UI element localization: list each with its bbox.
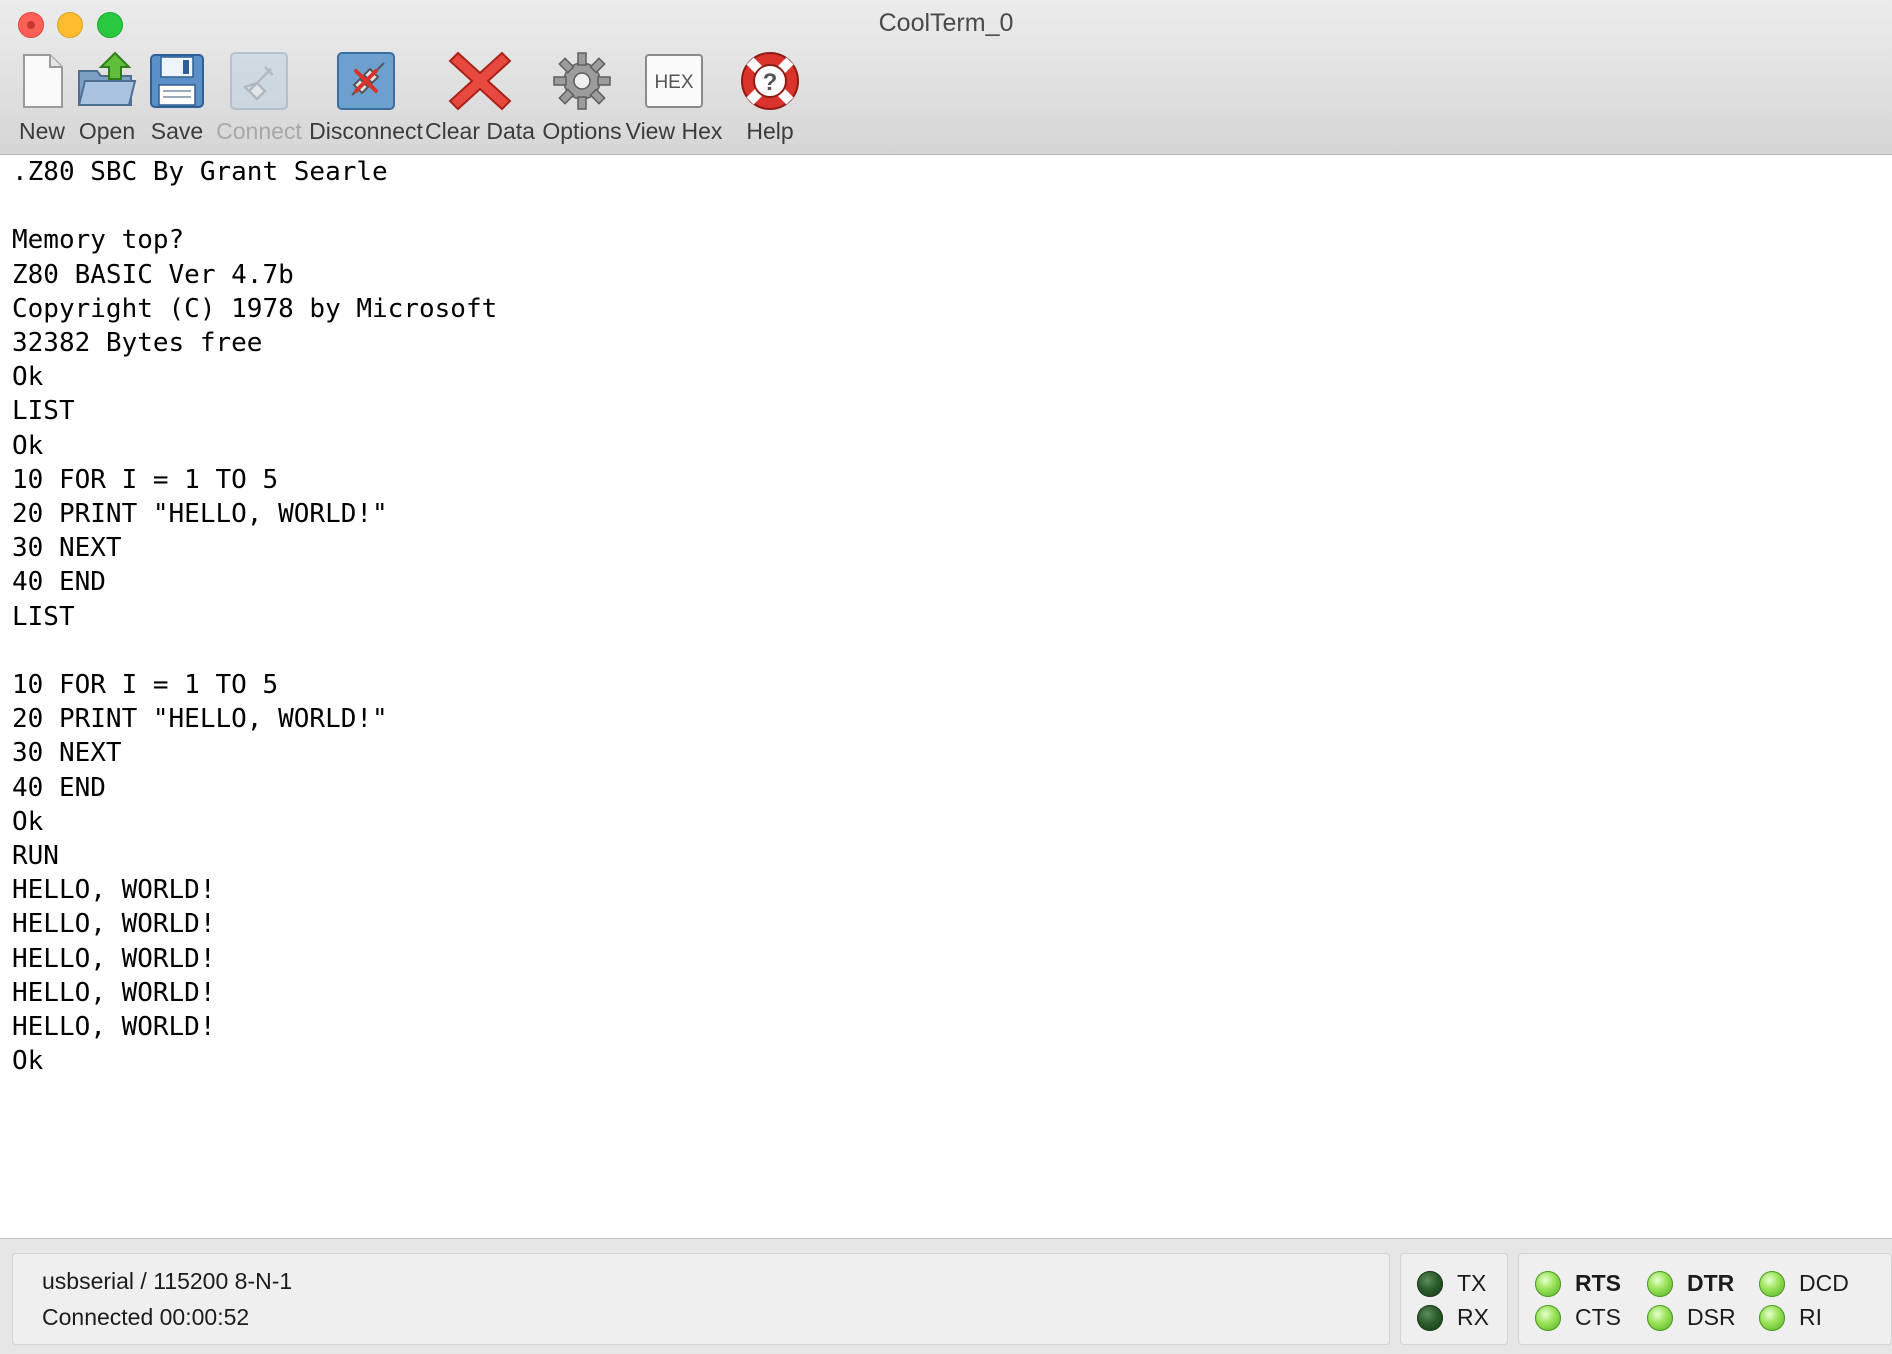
- terminal-line: Ok: [12, 362, 44, 393]
- terminal-line: Z80 BASIC Ver 4.7b: [12, 259, 294, 290]
- options-label: Options: [542, 118, 622, 144]
- clear-data-label: Clear Data: [425, 118, 535, 144]
- coolterm-window: CoolTerm_0 New Open Save Connect Disconn…: [0, 0, 1892, 1354]
- terminal-line: HELLO, WORLD!: [12, 977, 216, 1008]
- open-button[interactable]: Open: [72, 46, 142, 150]
- tx-label: TX: [1457, 1270, 1487, 1296]
- rts-indicator[interactable]: RTS: [1535, 1270, 1621, 1297]
- toolbar: New Open Save Connect Disconnect Clear D…: [14, 46, 818, 150]
- status-bar: usbserial / 115200 8-N-1 Connected 00:00…: [0, 1238, 1892, 1354]
- clear-data-button[interactable]: Clear Data: [425, 46, 535, 150]
- dsr-led-icon: [1647, 1304, 1673, 1331]
- new-label: New: [18, 118, 65, 144]
- connect-label: Connect: [216, 118, 302, 144]
- dtr-label: DTR: [1687, 1270, 1735, 1296]
- ri-label: RI: [1799, 1304, 1822, 1330]
- terminal-line: .Z80 SBC By Grant Searle: [12, 157, 388, 187]
- rts-label: RTS: [1575, 1270, 1621, 1296]
- terminal-line: Copyright (C) 1978 by Microsoft: [12, 293, 498, 324]
- view-hex-label: View Hex: [625, 118, 723, 144]
- terminal-line: RUN: [12, 841, 59, 872]
- dtr-led-icon: [1647, 1270, 1673, 1297]
- options-button[interactable]: Options: [540, 46, 624, 150]
- rx-indicator: RX: [1417, 1304, 1489, 1331]
- ri-led-icon: [1759, 1304, 1785, 1331]
- rx-label: RX: [1457, 1304, 1489, 1330]
- terminal-line: 30 NEXT: [12, 533, 122, 564]
- save-button[interactable]: Save: [144, 46, 210, 150]
- dsr-indicator: DSR: [1647, 1304, 1736, 1331]
- terminal-line: Memory top?: [12, 225, 185, 256]
- connect-button[interactable]: Connect: [216, 46, 302, 150]
- ri-indicator: RI: [1759, 1304, 1822, 1331]
- dcd-indicator: DCD: [1759, 1270, 1849, 1297]
- svg-text:?: ?: [763, 69, 778, 96]
- connection-info-panel: usbserial / 115200 8-N-1 Connected 00:00…: [12, 1253, 1390, 1345]
- dsr-label: DSR: [1687, 1304, 1736, 1330]
- new-button[interactable]: New: [14, 46, 70, 150]
- lifebuoy-help-icon: ?: [737, 46, 803, 116]
- terminal-line: Ok: [12, 430, 44, 461]
- terminal-line: 10 FOR I = 1 TO 5: [12, 464, 279, 495]
- hex-icon: HEX: [641, 46, 707, 116]
- view-hex-button[interactable]: HEX View Hex: [626, 46, 722, 150]
- terminal-line: HELLO, WORLD!: [12, 943, 216, 974]
- terminal-line: HELLO, WORLD!: [12, 875, 216, 906]
- tx-rx-panel: TX RX: [1400, 1253, 1508, 1345]
- disconnect-plug-icon: [333, 46, 399, 116]
- terminal-line: Ok: [12, 1046, 44, 1077]
- dtr-indicator[interactable]: DTR: [1647, 1270, 1734, 1297]
- clear-x-icon: [447, 46, 513, 116]
- open-folder-icon: [74, 46, 140, 116]
- open-label: Open: [78, 118, 136, 144]
- terminal-line: LIST: [12, 396, 75, 427]
- cts-label: CTS: [1575, 1304, 1621, 1330]
- connect-plug-icon: [226, 46, 292, 116]
- gear-icon: [549, 46, 615, 116]
- cts-indicator: CTS: [1535, 1304, 1621, 1331]
- dcd-label: DCD: [1799, 1270, 1849, 1296]
- cts-led-icon: [1535, 1304, 1561, 1331]
- rts-led-icon: [1535, 1270, 1561, 1297]
- terminal-line: 40 END: [12, 567, 106, 598]
- terminal-line: LIST: [12, 601, 75, 632]
- terminal-line: HELLO, WORLD!: [12, 1012, 216, 1043]
- terminal-line: HELLO, WORLD!: [12, 909, 216, 940]
- save-label: Save: [150, 118, 204, 144]
- new-file-icon: [9, 46, 75, 116]
- terminal-line: 40 END: [12, 772, 106, 803]
- terminal-text: .Z80 SBC By Grant Searle Memory top? Z80…: [2, 155, 1890, 1078]
- rx-led-icon: [1417, 1304, 1443, 1331]
- tx-indicator: TX: [1417, 1270, 1486, 1297]
- hex-icon-text: HEX: [654, 72, 693, 93]
- disconnect-label: Disconnect: [309, 118, 423, 144]
- window-title: CoolTerm_0: [878, 9, 1014, 37]
- terminal-line: Ok: [12, 806, 44, 837]
- dcd-led-icon: [1759, 1270, 1785, 1297]
- save-disk-icon: [144, 46, 210, 116]
- terminal-line: 20 PRINT "HELLO, WORLD!": [12, 704, 388, 735]
- tx-led-icon: [1417, 1270, 1443, 1297]
- terminal-line: 30 NEXT: [12, 738, 122, 769]
- help-label: Help: [746, 118, 794, 144]
- line-status-panel: RTS CTS DTR DSR DCD RI: [1518, 1253, 1892, 1345]
- port-settings-text: usbserial / 115200 8-N-1: [42, 1268, 293, 1294]
- terminal-line: 20 PRINT "HELLO, WORLD!": [12, 499, 388, 530]
- help-button[interactable]: ? Help: [722, 46, 818, 150]
- connection-status-text: Connected 00:00:52: [42, 1304, 250, 1330]
- terminal-output[interactable]: .Z80 SBC By Grant Searle Memory top? Z80…: [2, 155, 1890, 1238]
- terminal-line: 10 FOR I = 1 TO 5: [12, 670, 279, 701]
- disconnect-button[interactable]: Disconnect: [306, 46, 426, 150]
- terminal-line: 32382 Bytes free: [12, 328, 263, 359]
- title-toolbar-area: CoolTerm_0 New Open Save Connect Disconn…: [0, 0, 1892, 155]
